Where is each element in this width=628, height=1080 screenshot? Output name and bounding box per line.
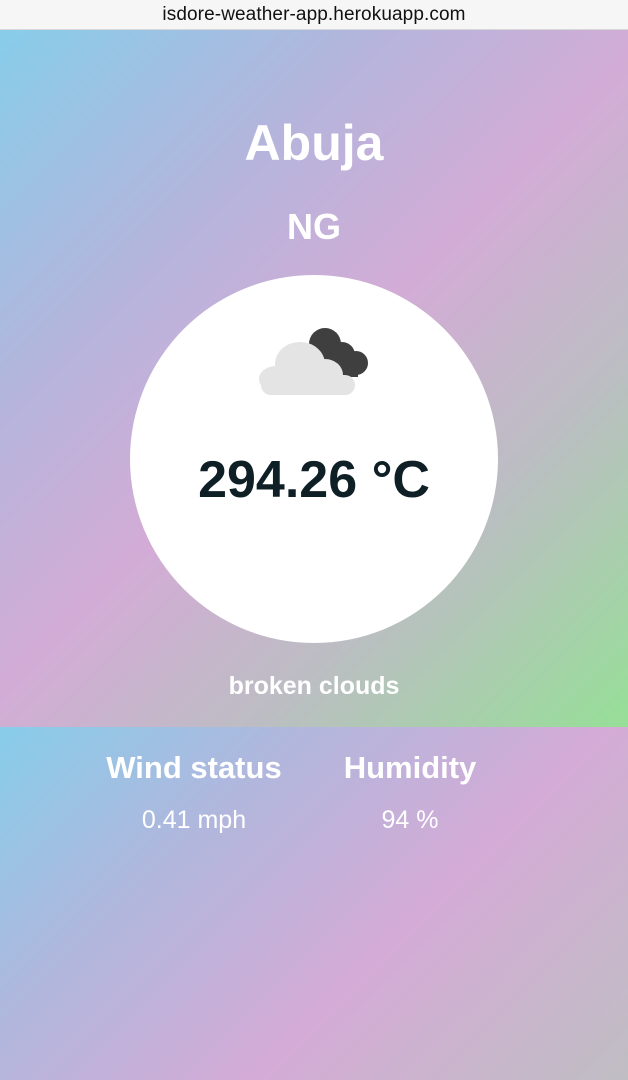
- temperature-value: 294.26 °C: [198, 451, 430, 509]
- humidity-title: Humidity: [343, 750, 477, 785]
- humidity-value: 94 %: [381, 806, 439, 834]
- temperature-card: 294.26 °C: [130, 275, 498, 643]
- weather-description: broken clouds: [228, 672, 400, 700]
- weather-stats-panel: Wind status 0.41 mph Humidity 94 %: [0, 727, 628, 1080]
- weather-hero-panel: Abuja NG 294.26 °C broken clouds: [0, 30, 628, 727]
- url-text[interactable]: isdore-weather-app.herokuapp.com: [162, 4, 465, 26]
- humidity: Humidity 94 %: [320, 749, 500, 835]
- wind-status: Wind status 0.41 mph: [94, 749, 294, 835]
- wind-status-value: 0.41 mph: [141, 806, 247, 834]
- country-code: NG: [287, 206, 341, 247]
- broken-clouds-icon: [259, 328, 368, 395]
- browser-address-bar[interactable]: isdore-weather-app.herokuapp.com: [0, 0, 628, 30]
- wind-status-title: Wind status: [106, 750, 282, 785]
- city-name: Abuja: [244, 115, 384, 171]
